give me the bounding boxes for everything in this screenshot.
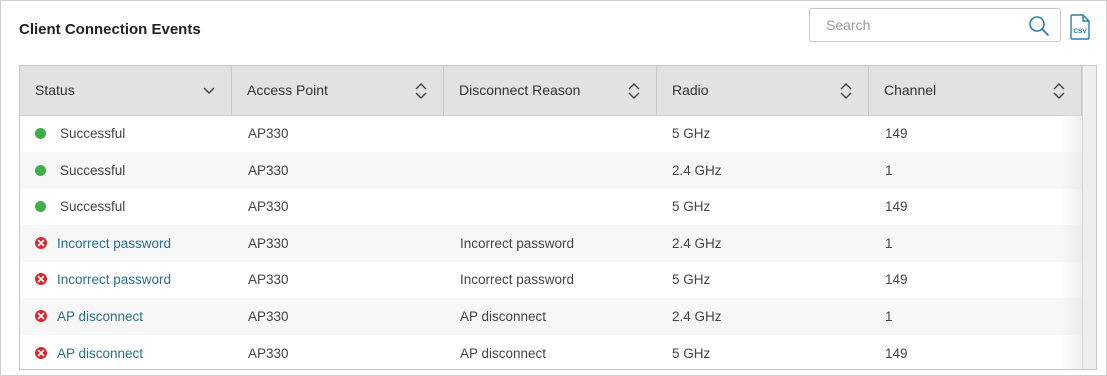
column-label: Radio — [672, 82, 709, 98]
sort-icon — [1053, 83, 1065, 99]
status-cell[interactable]: AP disconnect — [57, 298, 143, 335]
error-status-icon — [35, 310, 47, 322]
radio-cell: 2.4 GHz — [672, 162, 722, 178]
column-label: Disconnect Reason — [459, 82, 581, 98]
column-label: Access Point — [247, 82, 328, 98]
sort-icon — [840, 83, 852, 99]
radio-cell: 5 GHz — [672, 126, 711, 141]
column-header-access-point[interactable]: Access Point — [232, 66, 444, 115]
status-cell: Successful — [60, 199, 126, 215]
client-connection-events-panel: Client Connection Events CSV Status — [0, 0, 1107, 376]
table-row[interactable]: Incorrect password AP330 Incorrect passwor… — [20, 261, 1082, 298]
access-point-cell: AP330 — [248, 199, 289, 215]
events-table: Status Access Point Disconnect Reason Ra… — [19, 65, 1097, 370]
status-cell: Successful — [60, 126, 126, 141]
channel-cell: 149 — [885, 126, 908, 141]
disconnect-reason-cell: AP disconnect — [460, 309, 547, 324]
channel-cell: 149 — [885, 199, 908, 215]
search-box[interactable] — [809, 8, 1061, 42]
access-point-cell: AP330 — [248, 345, 289, 361]
panel-title: Client Connection Events — [19, 21, 201, 38]
access-point-cell: AP330 — [248, 126, 289, 141]
vertical-scrollbar[interactable] — [1082, 66, 1096, 369]
chevron-down-icon — [203, 87, 215, 95]
search-icon[interactable] — [1028, 15, 1050, 37]
channel-cell: 149 — [885, 345, 908, 361]
csv-label: CSV — [1073, 28, 1087, 35]
status-cell[interactable]: Incorrect password — [57, 261, 171, 298]
radio-cell: 5 GHz — [672, 272, 711, 288]
table-row[interactable]: Successful AP330 5 GHz 149 — [20, 115, 1082, 152]
csv-export-icon[interactable]: CSV — [1069, 14, 1091, 40]
radio-cell: 2.4 GHz — [672, 309, 722, 324]
disconnect-reason-cell: AP disconnect — [460, 345, 547, 361]
access-point-cell: AP330 — [248, 309, 289, 324]
channel-cell: 1 — [885, 162, 893, 178]
radio-cell: 2.4 GHz — [672, 235, 722, 251]
table-row[interactable]: Successful AP330 5 GHz 149 — [20, 188, 1082, 225]
table-row[interactable]: AP disconnect AP330 AP disconnect 5 GHz 149 — [20, 335, 1082, 369]
access-point-cell: AP330 — [248, 272, 289, 288]
channel-cell: 1 — [885, 309, 893, 324]
access-point-cell: AP330 — [248, 162, 289, 178]
column-label: Status — [35, 82, 75, 98]
radio-cell: 5 GHz — [672, 199, 711, 215]
disconnect-reason-cell: Incorrect password — [460, 235, 575, 251]
access-point-cell: AP330 — [248, 235, 289, 251]
table-row[interactable]: Incorrect password AP330 Incorrect passwor… — [20, 224, 1082, 262]
status-cell: Successful — [60, 162, 126, 178]
search-input[interactable] — [810, 9, 1036, 41]
table-row[interactable]: AP disconnect AP330 AP disconnect 2.4 GHz 1 — [20, 298, 1082, 335]
column-header-radio[interactable]: Radio — [657, 66, 869, 115]
success-status-icon — [35, 128, 46, 139]
status-cell[interactable]: Incorrect password — [57, 225, 171, 262]
column-header-disconnect-reason[interactable]: Disconnect Reason — [444, 66, 657, 115]
sort-icon — [415, 83, 427, 99]
success-status-icon — [35, 164, 46, 176]
column-label: Channel — [884, 82, 937, 98]
error-status-icon — [35, 273, 47, 286]
column-header-status[interactable]: Status — [20, 66, 232, 115]
disconnect-reason-cell: Incorrect password — [460, 272, 575, 288]
column-header-channel[interactable]: Channel — [869, 66, 1082, 115]
channel-cell: 149 — [885, 272, 908, 288]
sort-icon — [628, 83, 640, 99]
error-status-icon — [35, 346, 47, 359]
channel-cell: 1 — [885, 235, 893, 251]
success-status-icon — [35, 201, 46, 213]
radio-cell: 5 GHz — [672, 345, 711, 361]
error-status-icon — [35, 236, 47, 249]
table-header: Status Access Point Disconnect Reason Ra… — [20, 66, 1096, 116]
status-cell[interactable]: AP disconnect — [57, 335, 143, 369]
table-row[interactable]: Successful AP330 2.4 GHz 1 — [20, 151, 1082, 189]
